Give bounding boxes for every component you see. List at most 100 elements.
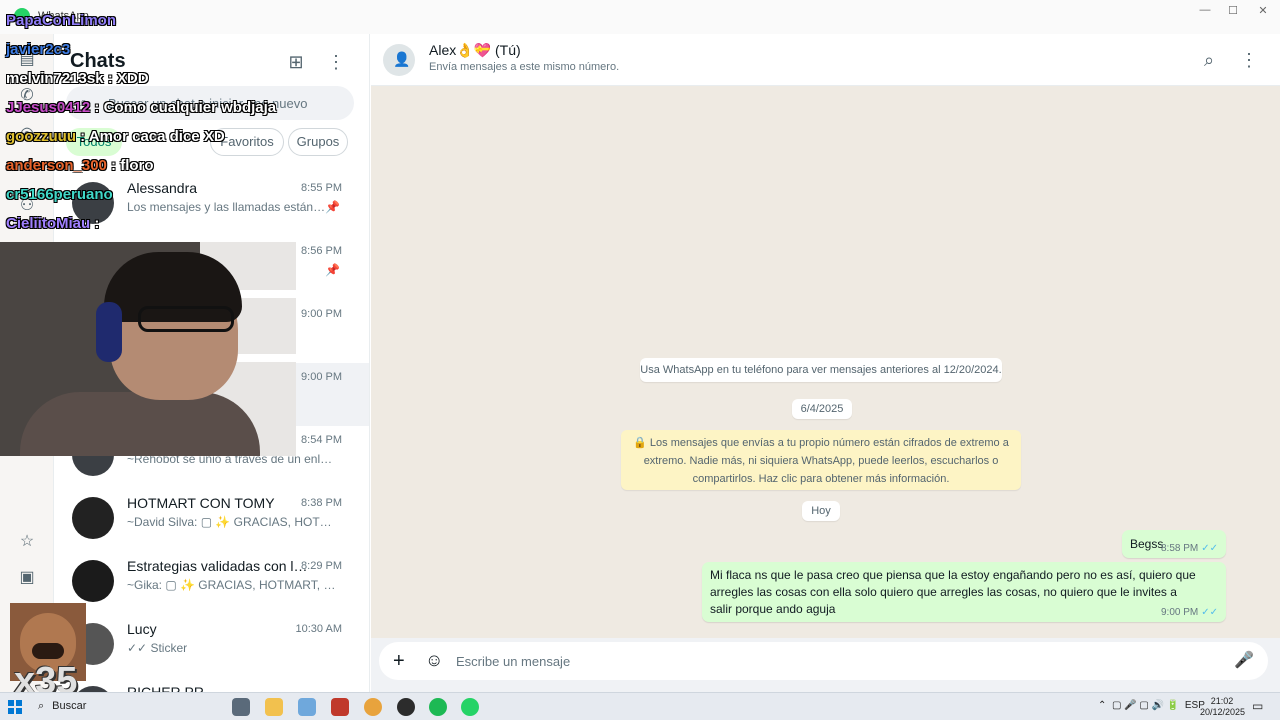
message-area: Usa WhatsApp en tu teléfono para ver men…	[371, 86, 1280, 638]
chat-time: 9:00 PM	[301, 371, 342, 383]
message-meta: 8:58 PM ✓✓	[1161, 543, 1218, 554]
avatar	[72, 497, 114, 539]
overlay-user: goozzuuu	[6, 128, 76, 145]
emoji-icon[interactable]: ☺	[425, 650, 443, 671]
overlay-sep: :	[75, 128, 89, 145]
taskbar-search[interactable]: ⌕ Buscar	[38, 700, 94, 713]
chat-preview: ~Gika: ▢ ✨ GRACIAS, HOTMART, G…	[127, 578, 337, 592]
person-icon: 👤	[393, 51, 411, 67]
menu-icon[interactable]: ⋮	[1237, 48, 1261, 72]
plus-icon[interactable]: +	[393, 650, 405, 673]
overlay-chat-line: melvin7213sk : XDD	[6, 70, 149, 87]
spotify-icon[interactable]	[429, 698, 447, 716]
overlay-sep: :	[103, 70, 117, 87]
today-label: Hoy	[802, 501, 840, 521]
chrome-icon[interactable]	[364, 698, 382, 716]
chat-time: 10:30 AM	[295, 623, 342, 635]
overlay-user: PapaConLimon	[6, 12, 117, 29]
chat-preview: ✓✓ Sticker	[127, 641, 188, 655]
taskbar: ⌕ Buscar ⌃ ▢ 🎤 ▢ 🔊 🔋 ESP 21:02 20/12/2025 …	[0, 692, 1280, 720]
taskbar-search-label: Buscar	[52, 700, 87, 712]
overlay-message: Como cualquier wbdjaja	[103, 99, 277, 116]
meme-mouth	[32, 643, 64, 659]
message-time: 9:00 PM	[1160, 607, 1199, 618]
chat-header[interactable]: 👤 Alex👌💝 (Tú) Envía mensajes a este mism…	[371, 34, 1280, 86]
search-icon[interactable]: ⌕	[1197, 48, 1221, 72]
message-bubble[interactable]: Mi flaca ns que le pasa creo que piensa …	[702, 562, 1226, 622]
search-icon: ⌕	[38, 700, 45, 712]
chat-name: HOTMART CON TOMY	[127, 495, 275, 511]
system-notice: Usa WhatsApp en tu teléfono para ver men…	[640, 358, 1002, 382]
maximize-button[interactable]: ☐	[1218, 4, 1248, 18]
obs-icon[interactable]	[397, 698, 415, 716]
chat-row[interactable]: Estrategias validadas con l… 8:29 PM ~Gi…	[54, 552, 369, 615]
pin-icon: 📌	[325, 263, 340, 277]
message-time: 8:58 PM	[1160, 543, 1199, 554]
mic-icon[interactable]: 🎤	[1234, 650, 1254, 670]
notes-app-icon[interactable]	[298, 698, 316, 716]
clock-time: 21:02	[1210, 696, 1234, 706]
overlay-message: XDD	[116, 70, 149, 87]
message-input[interactable]: + ☺ Escribe un mensaje 🎤	[379, 642, 1268, 680]
overlay-user: javier2c3	[6, 41, 71, 58]
composer: + ☺ Escribe un mensaje 🎤	[371, 638, 1280, 692]
task-view-icon[interactable]	[232, 698, 250, 716]
headphone-icon	[96, 302, 122, 362]
avatar	[72, 560, 114, 602]
overlay-chat-line: javier2c3	[6, 41, 70, 58]
contact-subtitle: Envía mensajes a este mismo número.	[429, 61, 620, 73]
message-bubble[interactable]: Begss 8:58 PM ✓✓	[1122, 530, 1226, 558]
starred-icon[interactable]: ☆	[17, 532, 37, 552]
read-ticks-icon: ✓✓	[1201, 607, 1218, 618]
encryption-notice[interactable]: 🔒 Los mensajes que envías a tu propio nú…	[621, 430, 1021, 490]
media-icon[interactable]: ▣	[17, 568, 37, 588]
read-ticks-icon: ✓✓	[1201, 543, 1218, 554]
overlay-chat-line: cr5166peruano	[6, 186, 113, 203]
file-explorer-icon[interactable]	[265, 698, 283, 716]
taskbar-clock[interactable]: 21:02 20/12/2025	[1200, 696, 1246, 718]
overlay-chat-line: anderson_300 : floro	[6, 157, 154, 174]
chat-time: 8:56 PM	[301, 245, 342, 257]
streamer-shirt	[20, 392, 260, 456]
chat-row[interactable]: HOTMART CON TOMY 8:38 PM ~David Silva: ▢…	[54, 489, 369, 552]
overlay-sep: :	[106, 157, 121, 174]
notification-icon[interactable]: ▭	[1252, 699, 1263, 713]
overlay-user: CieliitoMiau	[6, 215, 91, 232]
close-button[interactable]: ✕	[1248, 4, 1278, 18]
stream-chat-overlay: PapaConLimon javier2c3 melvin7213sk : XD…	[0, 6, 300, 241]
overlay-user: JJesus0412	[6, 99, 91, 116]
overlay-user: anderson_300	[6, 157, 107, 174]
webcam-overlay	[0, 242, 296, 456]
chat-time: 9:00 PM	[301, 308, 342, 320]
chat-row[interactable]: Lucy 10:30 AM ✓✓ Sticker	[54, 615, 369, 678]
overlay-chat-line: goozzuuu : Amor caca dice XD	[6, 128, 225, 145]
chat-time: 8:29 PM	[301, 560, 342, 572]
whatsapp-taskbar-icon[interactable]	[461, 698, 479, 716]
overlay-chat-line: CieliitoMiau :	[6, 215, 99, 232]
overlay-sep: :	[90, 99, 104, 116]
overlay-chat-line: JJesus0412 : Como cualquier wbdjaja	[6, 99, 276, 116]
contact-name: Alex👌💝 (Tú)	[429, 42, 521, 58]
clock-date: 20/12/2025	[1200, 707, 1246, 717]
contact-avatar[interactable]: 👤	[383, 44, 415, 76]
chat-name: Lucy	[127, 621, 157, 637]
chat-row[interactable]: RICHER PR	[54, 678, 369, 692]
date-label: 6/4/2025	[792, 399, 852, 419]
app-icon[interactable]	[331, 698, 349, 716]
minimize-button[interactable]: —	[1190, 4, 1220, 18]
system-tray: ⌃ ▢ 🎤 ▢ 🔊 🔋 ESP	[1098, 700, 1205, 711]
chat-time: 8:55 PM	[301, 182, 342, 194]
chat-name: Estrategias validadas con l…	[127, 558, 308, 574]
overlay-chat-line: PapaConLimon	[6, 12, 116, 29]
chevron-up-icon[interactable]: ⌃	[1098, 700, 1106, 711]
overlay-user: melvin7213sk	[6, 70, 104, 87]
composer-placeholder: Escribe un mensaje	[456, 654, 571, 669]
overlay-user: cr5166peruano	[6, 186, 113, 203]
overlay-sep: :	[90, 215, 100, 232]
pin-icon: 📌	[325, 200, 340, 214]
tray-icons: ▢ 🎤 ▢ 🔊 🔋	[1111, 700, 1180, 711]
windows-start-icon[interactable]	[8, 700, 22, 714]
menu-icon[interactable]: ⋮	[324, 50, 348, 74]
message-meta: 9:00 PM ✓✓	[1161, 607, 1218, 618]
overlay-message: Amor caca dice XD	[88, 128, 225, 145]
